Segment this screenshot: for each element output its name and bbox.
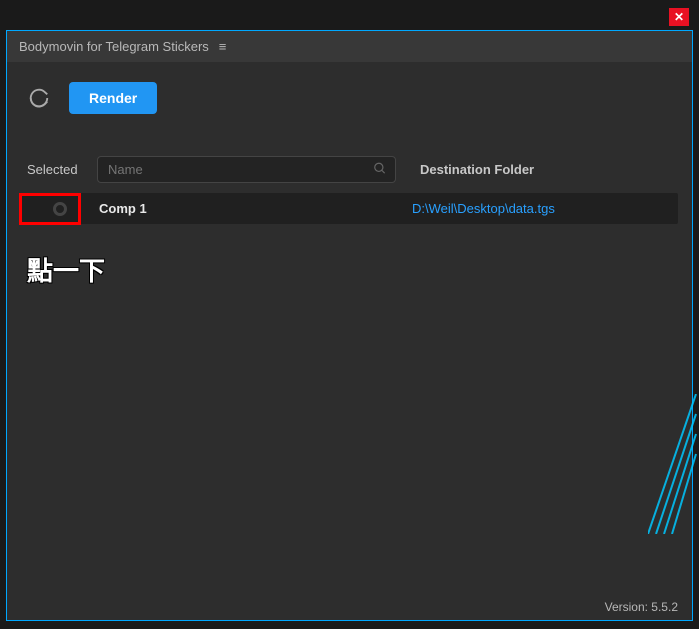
- list-header: Selected Destination Folder: [27, 156, 672, 183]
- close-button[interactable]: ✕: [669, 8, 689, 26]
- name-search-input[interactable]: [108, 162, 365, 177]
- select-radio[interactable]: [53, 202, 67, 216]
- decorative-stripes: [648, 394, 698, 534]
- search-icon: [373, 161, 387, 178]
- version-label: Version: 5.5.2: [605, 600, 678, 614]
- table-row: Comp 1 D:\Weil\Desktop\data.tgs: [21, 193, 678, 224]
- panel-titlebar: Bodymovin for Telegram Stickers ≡: [7, 31, 692, 62]
- column-name: [97, 156, 396, 183]
- column-selected: Selected: [27, 162, 97, 177]
- panel-title: Bodymovin for Telegram Stickers: [19, 39, 209, 54]
- refresh-button[interactable]: [27, 86, 51, 110]
- refresh-icon: [28, 87, 50, 109]
- menu-icon[interactable]: ≡: [219, 39, 227, 54]
- row-name: Comp 1: [93, 201, 412, 216]
- close-icon: ✕: [674, 10, 684, 24]
- name-search-wrap[interactable]: [97, 156, 396, 183]
- toolbar: Render: [7, 62, 692, 126]
- column-destination: Destination Folder: [420, 162, 672, 177]
- main-panel: Bodymovin for Telegram Stickers ≡ Render…: [6, 30, 693, 621]
- render-button[interactable]: Render: [69, 82, 157, 114]
- row-destination-link[interactable]: D:\Weil\Desktop\data.tgs: [412, 201, 672, 216]
- app-window: ✕ Bodymovin for Telegram Stickers ≡ Rend…: [0, 0, 699, 629]
- row-select-cell[interactable]: [27, 202, 93, 216]
- annotation-click-here: 點一下: [27, 251, 105, 288]
